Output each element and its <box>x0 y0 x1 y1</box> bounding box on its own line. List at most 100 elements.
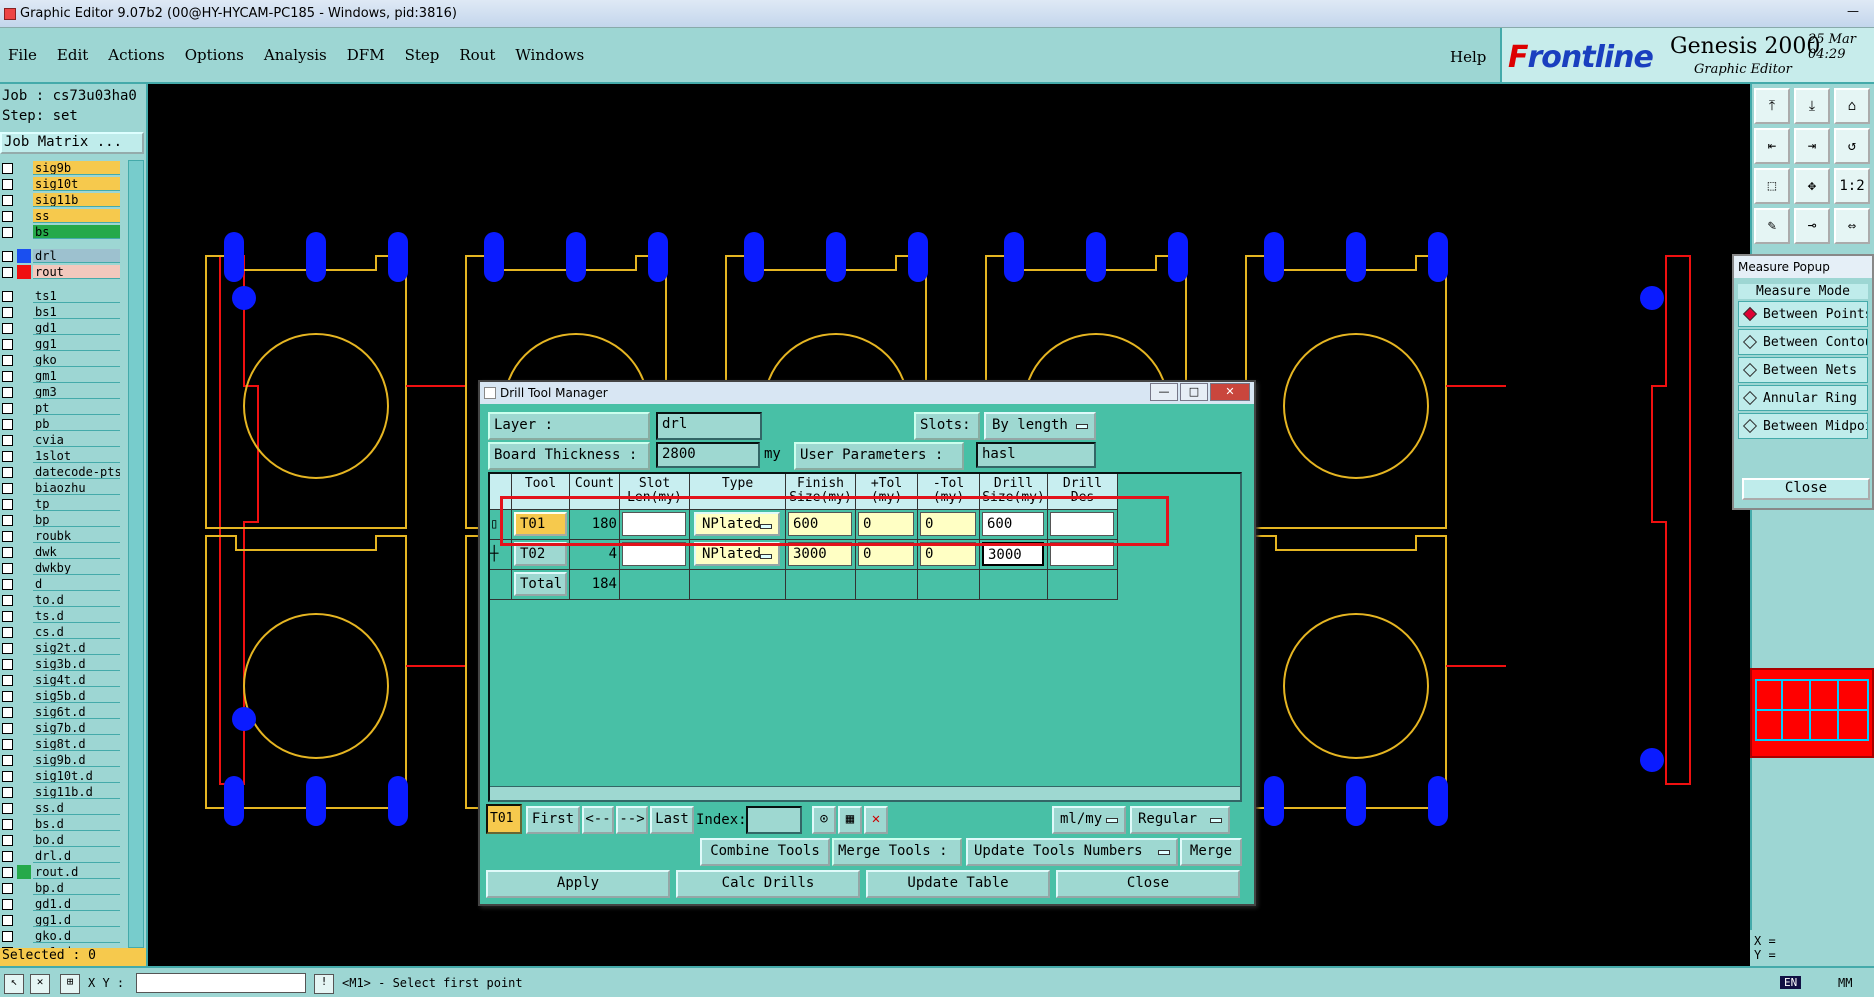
menu-edit[interactable]: Edit <box>57 46 88 64</box>
zoom-out-icon[interactable]: ⤓ <box>1794 88 1830 124</box>
layer-row[interactable]: sig9b <box>0 160 120 176</box>
layer-row[interactable]: cvia <box>0 432 120 448</box>
layer-color-swatch[interactable] <box>17 337 31 351</box>
grid-tool-icon[interactable]: ⊞ <box>60 974 80 994</box>
select-tool-icon[interactable]: ↖ <box>4 974 24 994</box>
layer-color-swatch[interactable] <box>17 369 31 383</box>
layer-name[interactable]: ss <box>33 209 120 223</box>
layer-color-swatch[interactable] <box>17 593 31 607</box>
menu-help[interactable]: Help <box>1450 48 1486 66</box>
layer-input[interactable]: drl <box>656 412 762 440</box>
layer-name[interactable]: sig11b.d <box>33 785 120 799</box>
layer-checkbox[interactable] <box>2 434 13 446</box>
combine-tools-button[interactable]: Combine Tools <box>700 838 830 866</box>
center-icon[interactable]: ✥ <box>1794 168 1830 204</box>
layer-checkbox[interactable] <box>2 578 13 590</box>
layer-name[interactable]: sig7b.d <box>33 721 120 735</box>
layer-checkbox[interactable] <box>2 266 13 278</box>
layer-row[interactable]: sig4t.d <box>0 672 120 688</box>
layer-name[interactable]: gko <box>33 353 120 367</box>
layer-row[interactable] <box>0 280 120 288</box>
layer-checkbox[interactable] <box>2 250 13 262</box>
layer-color-swatch[interactable] <box>17 673 31 687</box>
layer-checkbox[interactable] <box>2 594 13 606</box>
fit-icon[interactable]: ⬚ <box>1754 168 1790 204</box>
layer-checkbox[interactable] <box>2 178 13 190</box>
layer-color-swatch[interactable] <box>17 737 31 751</box>
layer-checkbox[interactable] <box>2 530 13 542</box>
layer-row[interactable]: gg1 <box>0 336 120 352</box>
layer-row[interactable]: gko.d <box>0 928 120 944</box>
layer-color-swatch[interactable] <box>17 481 31 495</box>
layer-row[interactable]: sig5b.d <box>0 688 120 704</box>
layer-color-swatch[interactable] <box>17 577 31 591</box>
layer-row[interactable]: ts.d <box>0 608 120 624</box>
layer-name[interactable]: sig10t.d <box>33 769 120 783</box>
layer-color-swatch[interactable] <box>17 401 31 415</box>
layer-name[interactable]: bo.d <box>33 833 120 847</box>
cross-tool-icon[interactable]: ✕ <box>30 974 50 994</box>
layer-row[interactable]: bp.d <box>0 880 120 896</box>
layer-color-swatch[interactable] <box>17 193 31 207</box>
layer-color-swatch[interactable] <box>17 449 31 463</box>
layer-name[interactable]: gd1 <box>33 321 120 335</box>
menu-step[interactable]: Step <box>405 46 440 64</box>
overview-thumbnail[interactable] <box>1750 668 1874 758</box>
layer-checkbox[interactable] <box>2 450 13 462</box>
layer-row[interactable]: sig11b <box>0 192 120 208</box>
layer-row[interactable]: sig11b.d <box>0 784 120 800</box>
minimize-icon[interactable]: — <box>1838 4 1868 22</box>
layer-row[interactable] <box>0 240 120 248</box>
layer-name[interactable]: d <box>33 577 120 591</box>
info-icon[interactable]: ! <box>314 974 334 994</box>
table-horizontal-scrollbar[interactable] <box>490 786 1240 800</box>
layer-checkbox[interactable] <box>2 658 13 670</box>
layer-row[interactable]: roubk <box>0 528 120 544</box>
layer-row[interactable]: pt <box>0 400 120 416</box>
layer-checkbox[interactable] <box>2 562 13 574</box>
layer-row[interactable]: sig9b.d <box>0 752 120 768</box>
layer-checkbox[interactable] <box>2 546 13 558</box>
layer-name[interactable]: sig11b <box>33 193 120 207</box>
layer-row[interactable]: gko <box>0 352 120 368</box>
layer-row[interactable]: cs.d <box>0 624 120 640</box>
layer-name[interactable]: to.d <box>33 593 120 607</box>
layer-color-swatch[interactable] <box>17 817 31 831</box>
layer-color-swatch[interactable] <box>17 433 31 447</box>
layer-color-swatch[interactable] <box>17 209 31 223</box>
layer-checkbox[interactable] <box>2 290 13 302</box>
layer-color-swatch[interactable] <box>17 465 31 479</box>
zoom-in-icon[interactable]: ⤒ <box>1754 88 1790 124</box>
layer-row[interactable]: bp <box>0 512 120 528</box>
layer-row[interactable]: gm1 <box>0 368 120 384</box>
layer-checkbox[interactable] <box>2 866 13 878</box>
measure-icon[interactable]: ⇔ <box>1834 208 1870 244</box>
layer-checkbox[interactable] <box>2 754 13 766</box>
prev-button[interactable]: <-- <box>582 806 614 834</box>
menu-windows[interactable]: Windows <box>515 46 584 64</box>
layer-checkbox[interactable] <box>2 770 13 782</box>
layer-color-swatch[interactable] <box>17 721 31 735</box>
layer-row[interactable]: dwk <box>0 544 120 560</box>
layer-checkbox[interactable] <box>2 802 13 814</box>
slots-select[interactable]: By length <box>984 412 1096 440</box>
layer-name[interactable]: bs1 <box>33 305 120 319</box>
layer-checkbox[interactable] <box>2 898 13 910</box>
layer-name[interactable]: gm1 <box>33 369 120 383</box>
next-button[interactable]: --> <box>616 806 648 834</box>
layer-name[interactable]: cs.d <box>33 625 120 639</box>
layer-row[interactable]: rout <box>0 264 120 280</box>
layer-row[interactable]: sig3b.d <box>0 656 120 672</box>
table-view-icon[interactable]: ▦ <box>838 806 862 834</box>
units-select[interactable]: ml/my <box>1052 806 1126 834</box>
layer-checkbox[interactable] <box>2 914 13 926</box>
layer-name[interactable]: sig9b <box>33 161 120 175</box>
layer-row[interactable]: tp <box>0 496 120 512</box>
layer-color-swatch[interactable] <box>17 513 31 527</box>
layer-checkbox[interactable] <box>2 306 13 318</box>
layer-name[interactable]: sig9b.d <box>33 753 120 767</box>
layer-color-swatch[interactable] <box>17 897 31 911</box>
layer-checkbox[interactable] <box>2 674 13 686</box>
layer-color-swatch[interactable] <box>17 529 31 543</box>
layer-checkbox[interactable] <box>2 466 13 478</box>
